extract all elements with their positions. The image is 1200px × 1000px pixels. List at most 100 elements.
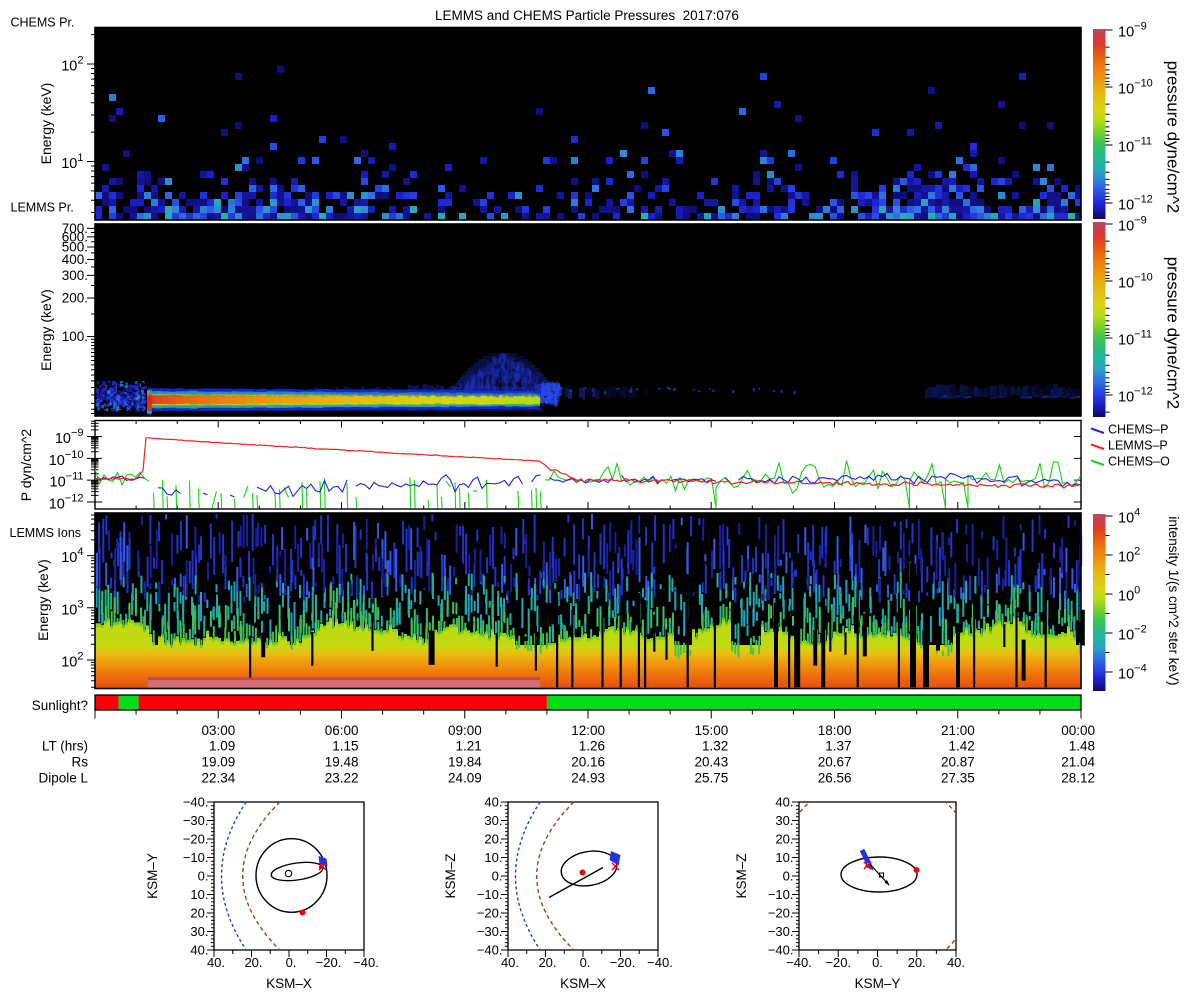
svg-text:40.: 40. — [947, 955, 965, 970]
svg-text:09:00: 09:00 — [448, 723, 482, 738]
svg-text:CHEMS–O: CHEMS–O — [1108, 455, 1170, 469]
svg-text:1.48: 1.48 — [1069, 739, 1095, 754]
svg-text:P dyn/cm^2: P dyn/cm^2 — [18, 429, 34, 502]
svg-text:15:00: 15:00 — [694, 723, 728, 738]
svg-text:−20.: −20. — [610, 955, 636, 970]
svg-text:300.: 300. — [62, 268, 88, 283]
svg-text:10−10: 10−10 — [49, 449, 84, 469]
svg-text:21.04: 21.04 — [1061, 755, 1095, 770]
svg-text:−40.: −40. — [768, 943, 794, 958]
svg-text:18:00: 18:00 — [818, 723, 852, 738]
svg-text:40.: 40. — [501, 955, 519, 970]
svg-text:−40.: −40. — [183, 795, 209, 810]
svg-text:20.43: 20.43 — [694, 755, 728, 770]
svg-text:LEMMS and CHEMS Particle Press: LEMMS and CHEMS Particle Pressures 2017:… — [435, 8, 739, 23]
svg-text:10−11: 10−11 — [1118, 329, 1152, 349]
svg-text:−10.: −10. — [768, 887, 794, 902]
svg-text:00:00: 00:00 — [1061, 723, 1095, 738]
svg-text:−20.: −20. — [183, 832, 209, 847]
svg-text:10−9: 10−9 — [55, 427, 84, 447]
svg-text:104: 104 — [61, 546, 83, 566]
svg-text:LEMMS–P: LEMMS–P — [1108, 439, 1168, 453]
svg-text:10−9: 10−9 — [1118, 215, 1147, 235]
svg-text:0.: 0. — [492, 869, 503, 884]
svg-text:−30.: −30. — [768, 924, 794, 939]
svg-text:LEMMS Ions: LEMMS Ions — [10, 526, 82, 540]
svg-text:19.48: 19.48 — [325, 755, 359, 770]
svg-text:19.84: 19.84 — [448, 755, 482, 770]
svg-text:−20.: −20. — [316, 955, 342, 970]
svg-text:21:00: 21:00 — [941, 723, 975, 738]
svg-text:103: 103 — [61, 598, 83, 618]
svg-text:10−10: 10−10 — [1118, 272, 1153, 292]
svg-text:10−12: 10−12 — [1118, 386, 1153, 406]
svg-text:0.: 0. — [783, 869, 794, 884]
svg-text:0.: 0. — [580, 955, 591, 970]
svg-text:20.: 20. — [484, 832, 502, 847]
svg-text:20.67: 20.67 — [818, 755, 852, 770]
svg-text:pressure dyne/cm^2: pressure dyne/cm^2 — [1164, 61, 1183, 214]
svg-text:100.: 100. — [62, 329, 88, 344]
svg-text:10−12: 10−12 — [1118, 194, 1153, 214]
svg-text:100: 100 — [1118, 585, 1140, 605]
svg-text:−10.: −10. — [477, 887, 503, 902]
svg-text:25.75: 25.75 — [694, 771, 728, 786]
svg-text:20.16: 20.16 — [571, 755, 605, 770]
svg-text:Sunlight?: Sunlight? — [32, 698, 88, 713]
svg-text:pressure dyne/cm^2: pressure dyne/cm^2 — [1164, 257, 1183, 410]
svg-text:Energy (keV): Energy (keV) — [35, 559, 51, 641]
svg-text:23.22: 23.22 — [325, 771, 359, 786]
svg-text:0.: 0. — [198, 869, 209, 884]
svg-text:200.: 200. — [62, 290, 88, 305]
svg-text:22.34: 22.34 — [201, 771, 235, 786]
svg-text:19.09: 19.09 — [201, 755, 235, 770]
svg-text:−20.: −20. — [477, 906, 503, 921]
svg-text:1.09: 1.09 — [209, 739, 235, 754]
svg-text:40.: 40. — [207, 955, 225, 970]
svg-text:KSM–X: KSM–X — [560, 976, 606, 991]
svg-text:−20.: −20. — [768, 906, 794, 921]
svg-text:10−9: 10−9 — [1118, 21, 1147, 41]
svg-text:−40.: −40. — [477, 943, 503, 958]
svg-text:104: 104 — [1118, 507, 1140, 527]
svg-text:CHEMS–P: CHEMS–P — [1108, 423, 1168, 437]
svg-text:06:00: 06:00 — [325, 723, 359, 738]
svg-text:10−12: 10−12 — [49, 492, 84, 512]
svg-text:−40.: −40. — [353, 955, 379, 970]
svg-text:Energy (keV): Energy (keV) — [38, 289, 54, 371]
svg-text:−30.: −30. — [477, 924, 503, 939]
svg-text:KSM–Z: KSM–Z — [443, 853, 458, 898]
svg-text:−10.: −10. — [183, 850, 209, 865]
svg-text:Energy (keV): Energy (keV) — [38, 83, 54, 165]
svg-text:LT (hrs): LT (hrs) — [42, 739, 88, 754]
svg-text:−20.: −20. — [825, 955, 851, 970]
svg-text:24.09: 24.09 — [448, 771, 482, 786]
svg-text:10−11: 10−11 — [50, 471, 84, 491]
svg-text:10.: 10. — [775, 850, 793, 865]
svg-text:20.: 20. — [190, 906, 208, 921]
svg-text:40.: 40. — [190, 943, 208, 958]
svg-text:102: 102 — [1118, 546, 1140, 566]
svg-text:1.21: 1.21 — [455, 739, 481, 754]
svg-text:−30.: −30. — [183, 813, 209, 828]
svg-text:−40.: −40. — [647, 955, 673, 970]
svg-text:1.15: 1.15 — [332, 739, 358, 754]
svg-text:20.: 20. — [538, 955, 556, 970]
svg-text:101: 101 — [61, 152, 83, 172]
svg-text:10−4: 10−4 — [1118, 663, 1147, 683]
svg-text:1.32: 1.32 — [702, 739, 728, 754]
svg-text:20.: 20. — [244, 955, 262, 970]
svg-text:102: 102 — [61, 651, 83, 671]
svg-text:27.35: 27.35 — [941, 771, 975, 786]
svg-text:102: 102 — [61, 55, 83, 75]
svg-text:0.: 0. — [286, 955, 297, 970]
svg-text:10−11: 10−11 — [1118, 136, 1152, 156]
svg-text:intensity 1/(s cm^2 ster keV): intensity 1/(s cm^2 ster keV) — [1166, 516, 1181, 685]
svg-text:10−10: 10−10 — [1118, 78, 1153, 98]
svg-text:KSM–Y: KSM–Y — [145, 853, 160, 899]
svg-text:40.: 40. — [484, 795, 502, 810]
svg-text:24.93: 24.93 — [571, 771, 605, 786]
svg-text:10−2: 10−2 — [1118, 624, 1147, 644]
svg-text:KSM–X: KSM–X — [266, 976, 312, 991]
svg-text:1.26: 1.26 — [579, 739, 605, 754]
